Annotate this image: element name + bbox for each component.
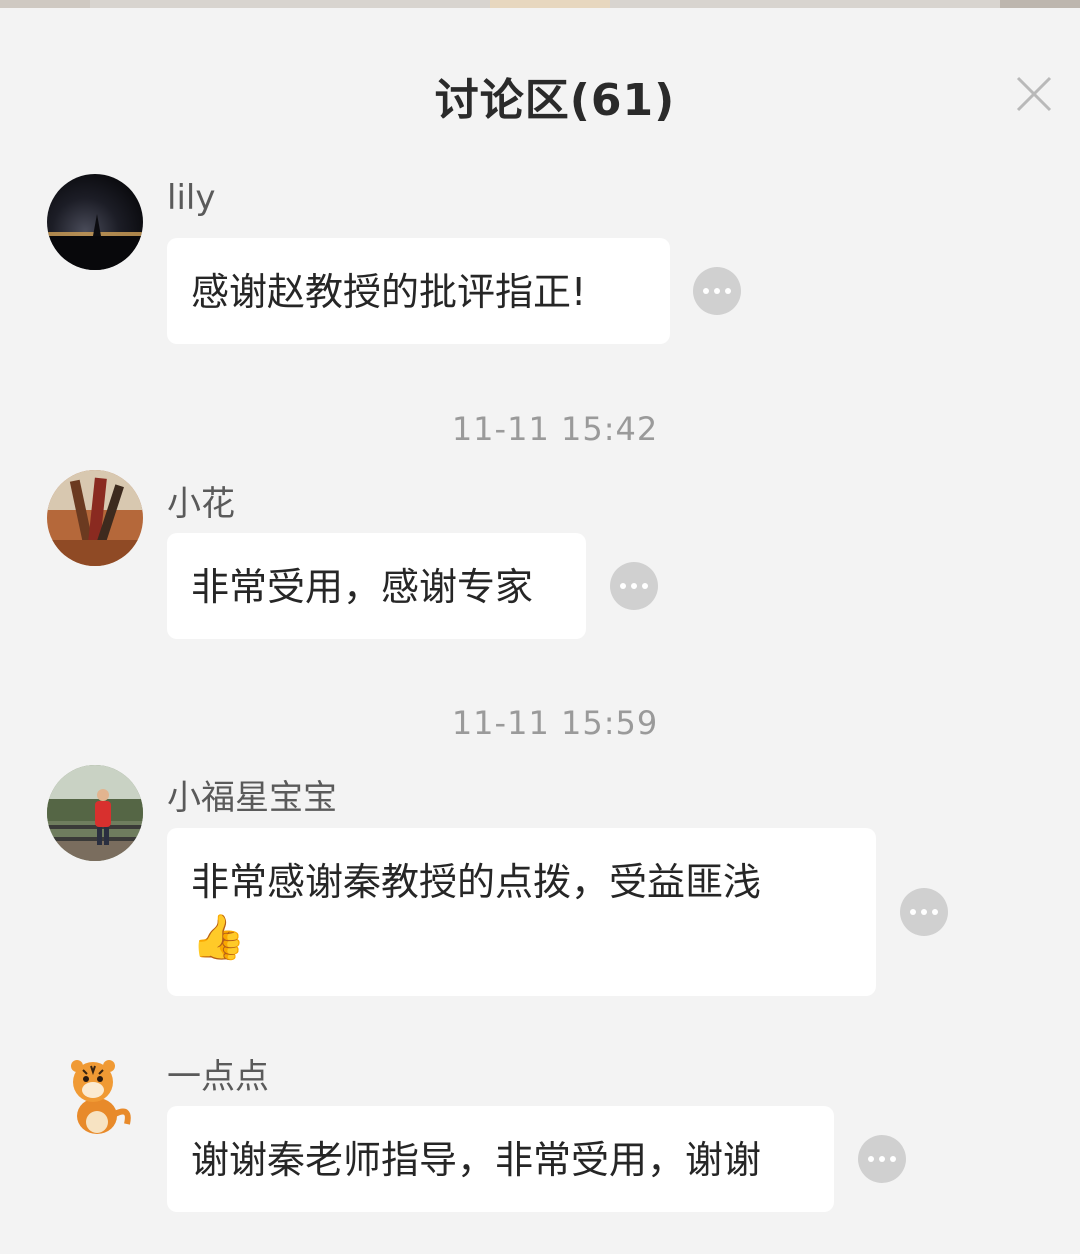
more-options-icon[interactable] bbox=[693, 267, 741, 315]
more-options-icon[interactable] bbox=[610, 562, 658, 610]
avatar[interactable] bbox=[47, 765, 143, 861]
comment-text: 谢谢秦老师指导，非常受用，谢谢 bbox=[191, 1138, 762, 1182]
thumbs-up-emoji: 👍 bbox=[191, 912, 246, 963]
comment-bubble: 谢谢秦老师指导，非常受用，谢谢 bbox=[167, 1106, 834, 1212]
more-options-icon[interactable] bbox=[900, 888, 948, 936]
comment-text: 感谢赵教授的批评指正! bbox=[191, 270, 587, 314]
comment-text: 非常感谢秦教授的点拨，受益匪浅 bbox=[191, 860, 762, 904]
close-icon[interactable] bbox=[1012, 72, 1056, 116]
avatar[interactable] bbox=[47, 1046, 143, 1142]
discussion-header: 讨论区(61) bbox=[0, 8, 1080, 148]
avatar-photo-icon bbox=[47, 470, 143, 566]
avatar-child-photo-icon bbox=[47, 765, 143, 861]
page-title: 讨论区(61) bbox=[434, 75, 676, 126]
comment-bubble: 感谢赵教授的批评指正! bbox=[167, 238, 670, 344]
timestamp: 11-11 15:42 bbox=[451, 410, 659, 448]
avatar-tiger-cartoon-icon bbox=[71, 1060, 131, 1134]
comment-bubble: 非常受用，感谢专家 bbox=[167, 533, 586, 639]
username: 一点点 bbox=[167, 1057, 269, 1097]
top-edge-strip bbox=[0, 0, 1080, 8]
username: 小花 bbox=[167, 484, 235, 524]
more-options-icon[interactable] bbox=[858, 1135, 906, 1183]
comment-text: 非常受用，感谢专家 bbox=[191, 565, 534, 609]
avatar[interactable] bbox=[47, 470, 143, 566]
avatar[interactable] bbox=[47, 174, 143, 270]
username: lily bbox=[167, 178, 216, 218]
timestamp: 11-11 15:59 bbox=[451, 704, 659, 742]
avatar-night-landscape-icon bbox=[47, 174, 143, 270]
comment-bubble: 非常感谢秦教授的点拨，受益匪浅 👍 bbox=[167, 828, 876, 996]
username: 小福星宝宝 bbox=[167, 778, 337, 818]
